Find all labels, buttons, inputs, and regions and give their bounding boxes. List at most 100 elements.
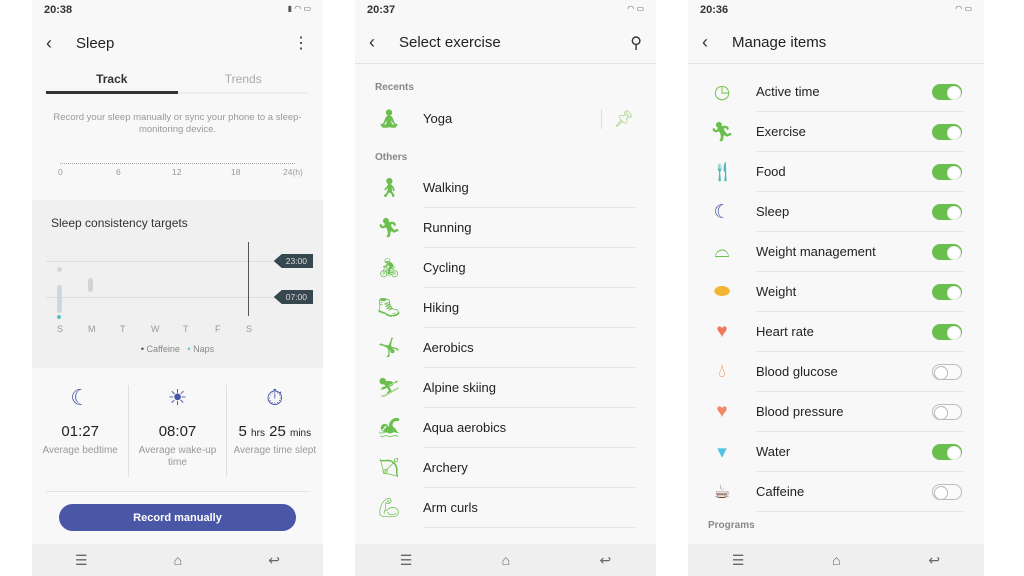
tab-track[interactable]: Track xyxy=(46,66,178,94)
status-bar: 20:36 ◠ ▭ xyxy=(688,0,984,22)
sleep-bar xyxy=(57,267,62,272)
select-exercise-screen: 20:37 ◠ ▭ ‹ Select exercise ⚲ Recents 🧘︎ Yog… xyxy=(355,0,656,576)
axis-tick: 6 xyxy=(116,167,121,177)
status-bar: 20:38 ▮ ◠ ▭ xyxy=(32,0,323,22)
exercise-icon: 🚴︎ xyxy=(376,258,402,279)
search-icon[interactable]: ⚲ xyxy=(630,33,642,53)
record-manually-button[interactable]: Record manually xyxy=(59,504,296,531)
toggle-switch[interactable] xyxy=(932,124,962,140)
list-item[interactable]: ⛷︎ Alpine skiing xyxy=(355,368,656,408)
day-label: T xyxy=(183,324,189,334)
heart-icon: ♥ xyxy=(716,401,728,422)
toggle-switch[interactable] xyxy=(932,404,962,420)
list-item[interactable]: 🥾︎ Hiking xyxy=(355,288,656,328)
manage-item-row: 🍴︎ Food xyxy=(688,152,984,192)
timeline-axis xyxy=(60,163,295,164)
toggle-switch[interactable] xyxy=(932,284,962,300)
toggle-switch[interactable] xyxy=(932,204,962,220)
menu-icon[interactable]: ☰ xyxy=(75,552,88,569)
home-icon[interactable]: ⌂ xyxy=(502,552,510,568)
menu-icon[interactable]: ☰ xyxy=(732,552,745,569)
divider xyxy=(46,491,309,492)
status-time: 20:36 xyxy=(700,4,729,16)
list-item[interactable]: 🧘︎ Yoga 📌︎ xyxy=(355,99,656,139)
toggle-switch[interactable] xyxy=(932,444,962,460)
sleep-bar xyxy=(57,285,62,313)
axis-tick: 0 xyxy=(58,167,63,177)
pin-icon[interactable]: 📌︎ xyxy=(600,109,634,129)
toggle-switch[interactable] xyxy=(932,164,962,180)
toggle-switch[interactable] xyxy=(932,84,962,100)
status-icons: ◠ ▭ xyxy=(955,4,972,13)
list-item[interactable]: 🏃︎ Running xyxy=(355,208,656,248)
back-button[interactable]: ‹ xyxy=(46,33,76,54)
exercise-icon: 🤸︎ xyxy=(376,338,402,359)
section-title: Sleep consistency targets xyxy=(51,216,188,230)
status-icons: ◠ ▭ xyxy=(627,4,644,13)
back-button[interactable]: ‹ xyxy=(369,32,399,53)
toggle-switch[interactable] xyxy=(932,244,962,260)
list-item[interactable]: 🏹︎ Archery xyxy=(355,448,656,488)
today-marker xyxy=(248,242,249,316)
status-icons: ▮ ◠ ▭ xyxy=(287,4,311,13)
manage-item-row: 💧︎ Blood glucose xyxy=(688,352,984,392)
home-icon[interactable]: ⌂ xyxy=(832,552,840,568)
nap-dot xyxy=(57,315,61,319)
list-item[interactable]: 🏊︎ Aqua aerobics xyxy=(355,408,656,448)
toggle-switch[interactable] xyxy=(932,364,962,380)
manage-items-screen: 20:36 ◠ ▭ ‹ Manage items ◷ Active time 🏃︎ Exe… xyxy=(688,0,984,576)
list-item[interactable]: 💪︎ Arm curls xyxy=(355,488,656,528)
day-label: M xyxy=(88,324,96,334)
stat-label: Average wake-up time xyxy=(138,445,217,468)
sleep-stats: ☾ 01:27 Average bedtime ☀ 08:07 Average wake… xyxy=(32,385,323,477)
target-bedtime-label: 23:00 xyxy=(273,254,313,268)
weight-management-icon: ⌓ xyxy=(714,241,730,262)
manage-item-row: ▾ Water xyxy=(688,432,984,472)
back-nav-icon[interactable]: ↩ xyxy=(268,552,280,569)
back-button[interactable]: ‹ xyxy=(702,32,732,53)
day-label: W xyxy=(151,324,160,334)
status-time: 20:37 xyxy=(367,4,396,16)
tab-trends[interactable]: Trends xyxy=(178,66,310,92)
list-item[interactable]: 🚶︎ Walking xyxy=(355,168,656,208)
sunrise-icon: ☀ xyxy=(167,385,188,410)
menu-icon[interactable]: ☰ xyxy=(400,552,413,569)
manage-item-row: ⌓ Weight management xyxy=(688,232,984,272)
scale-icon: ⬬ xyxy=(713,281,731,302)
more-options-icon[interactable]: ⋮ xyxy=(293,33,309,53)
back-nav-icon[interactable]: ↩ xyxy=(928,552,940,569)
axis-tick: 24(h) xyxy=(283,167,303,177)
exercise-icon: 🏹︎ xyxy=(376,458,402,479)
consistency-section: Sleep consistency targets 23:00 07:00 S … xyxy=(32,200,323,368)
exercise-icon: 🥾︎ xyxy=(376,298,402,319)
chart-legend: • Caffeine • Naps xyxy=(140,344,215,354)
toggle-switch[interactable] xyxy=(932,324,962,340)
manage-item-row: ♥ Blood pressure xyxy=(688,392,984,432)
stat-time-slept: ⏱ 5 hrs 25 mins Average time slept xyxy=(227,385,323,477)
nav-bar: ☰ ⌂ ↩ xyxy=(32,544,323,576)
axis-tick: 18 xyxy=(231,167,241,177)
list-item[interactable]: 🤸︎ Aerobics xyxy=(355,328,656,368)
status-time: 20:38 xyxy=(44,4,73,16)
programs-header: Programs xyxy=(708,520,755,531)
stat-label: Average bedtime xyxy=(42,445,118,456)
stat-value: 5 hrs 25 mins xyxy=(238,423,312,440)
sleep-screen: 20:38 ▮ ◠ ▭ ‹ Sleep ⋮ Track Trends Record yo… xyxy=(32,0,323,576)
manage-item-row: ◷ Active time xyxy=(688,72,984,112)
list-item[interactable]: 🚴︎ Cycling xyxy=(355,248,656,288)
toggle-switch[interactable] xyxy=(932,484,962,500)
stat-bedtime: ☾ 01:27 Average bedtime xyxy=(32,385,130,477)
stat-wakeup: ☀ 08:07 Average wake-up time xyxy=(129,385,227,477)
clock-icon: ◷ xyxy=(713,81,731,103)
home-icon[interactable]: ⌂ xyxy=(174,552,182,568)
moon-icon: ☾ xyxy=(713,201,731,223)
status-bar: 20:37 ◠ ▭ xyxy=(355,0,656,22)
manage-item-row: 🏃︎ Exercise xyxy=(688,112,984,152)
axis-tick: 12 xyxy=(172,167,182,177)
coffee-icon: ☕︎ xyxy=(713,481,731,503)
back-nav-icon[interactable]: ↩ xyxy=(600,552,612,569)
page-title: Manage items xyxy=(732,34,827,51)
nav-bar: ☰ ⌂ ↩ xyxy=(355,544,656,576)
sleep-bar xyxy=(88,278,93,292)
manage-item-row: ⬬ Weight xyxy=(688,272,984,312)
